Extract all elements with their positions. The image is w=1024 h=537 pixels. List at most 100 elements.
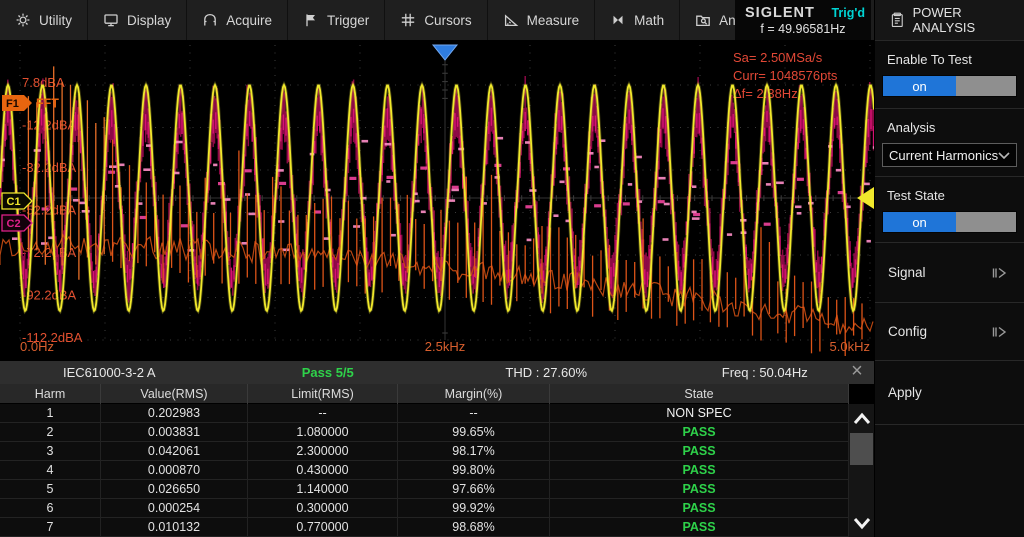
svg-text:Curr= 1048576pts: Curr= 1048576pts [733, 68, 838, 83]
analysis-label: Analysis [882, 120, 1017, 135]
svg-text:5.0kHz: 5.0kHz [830, 339, 870, 354]
display-icon [103, 12, 119, 28]
top-menu-bar: Utility Display AcquireTrigger Cursors Measu… [0, 0, 874, 40]
clipboard-icon [890, 12, 905, 28]
math-icon [610, 12, 626, 28]
table-cell: 1.080000 [248, 423, 398, 442]
table-row[interactable]: 60.0002540.30000099.92%PASS [0, 499, 849, 518]
enable-to-test-label: Enable To Test [882, 52, 1017, 67]
table-cell: 0.003831 [101, 423, 248, 442]
menu-item-trigger[interactable]: Trigger [288, 0, 385, 40]
table-row[interactable]: 40.0008700.43000099.80%PASS [0, 461, 849, 480]
toggle-on-segment: on [883, 212, 956, 232]
config-menu-item[interactable]: Config [875, 302, 1024, 360]
analysis-dropdown[interactable]: Current Harmonics [882, 143, 1017, 167]
freq-axis-labels: 0.0Hz2.5kHz5.0kHz [20, 339, 870, 354]
chevron-down-icon [852, 517, 872, 530]
svg-text:F1: F1 [6, 98, 19, 110]
menu-item-label: Cursors [424, 13, 471, 28]
apply-button[interactable]: Apply [875, 360, 1024, 424]
panel-header: POWER ANALYSIS [875, 0, 1024, 40]
waveform-display: 7.8dBA-12.2dBA-32.2dBA-52.2dBA-72.2dBA-9… [0, 40, 874, 358]
table-row[interactable]: 20.0038311.08000099.65%PASS [0, 423, 849, 442]
acquisition-readout: Sa= 2.50MSa/sCurr= 1048576ptsΔf= 2.38Hz [733, 50, 838, 101]
svg-text:2.5kHz: 2.5kHz [425, 339, 465, 354]
table-cell: 4 [0, 461, 101, 480]
state-cell: PASS [550, 442, 849, 461]
c2-current-trace [0, 76, 874, 303]
menu-item-label: Math [634, 13, 664, 28]
table-row[interactable]: 10.202983----NON SPEC [0, 404, 849, 423]
table-cell: -- [398, 404, 550, 423]
test-state-toggle[interactable]: on [882, 211, 1017, 233]
analysis-icon [695, 12, 711, 28]
chevron-down-icon [998, 152, 1010, 159]
menu-item-cursors[interactable]: Cursors [385, 0, 487, 40]
close-icon[interactable]: × [845, 361, 869, 384]
menu-item-math[interactable]: Math [595, 0, 680, 40]
menu-item-measure[interactable]: Measure [488, 0, 596, 40]
enable-to-test-section: Enable To Test on [875, 40, 1024, 108]
table-cell: 6 [0, 499, 101, 518]
menu-item-display[interactable]: Display [88, 0, 187, 40]
thd-readout: THD : 27.60% [437, 365, 656, 380]
measure-icon [503, 12, 519, 28]
menu-item-acquire[interactable]: Acquire [187, 0, 288, 40]
harmonics-table-body: 10.202983----NON SPEC20.0038311.08000099… [0, 404, 849, 537]
test-state-label: Test State [882, 188, 1017, 203]
enable-to-test-toggle[interactable]: on [882, 75, 1017, 97]
freq-readout: Freq : 50.04Hz [656, 365, 875, 380]
table-cell: -- [248, 404, 398, 423]
column-header-state: State [550, 384, 849, 404]
menu-item-label: Measure [527, 13, 580, 28]
state-cell: PASS [550, 423, 849, 442]
svg-text:C2: C2 [7, 218, 21, 230]
column-header-value-rms-: Value(RMS) [101, 384, 248, 404]
menu-item-utility[interactable]: Utility [0, 0, 88, 40]
table-cell: 0.026650 [101, 480, 248, 499]
brand-cluster: SIGLENT Trig'd f = 49.96581Hz [735, 0, 871, 40]
trigger-position-marker[interactable] [433, 45, 457, 60]
gear-icon [15, 12, 31, 28]
menu-item-label: Display [127, 13, 171, 28]
expand-submenu-icon [989, 324, 1011, 340]
siglent-logo: SIGLENT [745, 5, 815, 21]
table-cell: 0.042061 [101, 442, 248, 461]
table-cell: 98.17% [398, 442, 550, 461]
menu-item-label: Utility [39, 13, 72, 28]
table-cell: 7 [0, 518, 101, 537]
menu-items: Utility Display AcquireTrigger Cursors Measu… [0, 0, 785, 40]
table-cell: 0.202983 [101, 404, 248, 423]
trigger-status-badge: Trig'd [831, 6, 865, 20]
trigger-level-marker[interactable] [857, 187, 874, 209]
harmonics-status-bar: IEC61000-3-2 A Pass 5/5 THD : 27.60% Fre… [0, 361, 874, 384]
scroll-up-button[interactable] [849, 404, 874, 432]
f1-channel-tag[interactable]: F1FFT [2, 95, 59, 111]
table-row[interactable]: 70.0101320.77000098.68%PASS [0, 518, 849, 537]
table-cell: 1.140000 [248, 480, 398, 499]
table-cell: 99.65% [398, 423, 550, 442]
flag-icon [303, 12, 319, 28]
toggle-on-segment: on [883, 76, 956, 96]
waveform-svg: 7.8dBA-12.2dBA-32.2dBA-52.2dBA-72.2dBA-9… [0, 40, 874, 358]
table-cell: 2 [0, 423, 101, 442]
table-row[interactable]: 50.0266501.14000097.66%PASS [0, 480, 849, 499]
signal-menu-item[interactable]: Signal [875, 242, 1024, 302]
scroll-down-button[interactable] [849, 509, 874, 537]
analysis-section: Analysis Current Harmonics [875, 108, 1024, 176]
column-header-margin-: Margin(%) [398, 384, 550, 404]
scrollbar-thumb[interactable] [850, 433, 873, 465]
table-scrollbar[interactable] [849, 404, 874, 537]
table-cell: 5 [0, 480, 101, 499]
table-cell: 0.010132 [101, 518, 248, 537]
svg-text:-12.2dBA: -12.2dBA [22, 118, 77, 133]
state-cell: PASS [550, 480, 849, 499]
table-cell: 0.300000 [248, 499, 398, 518]
acquire-icon [202, 12, 218, 28]
table-cell: 0.430000 [248, 461, 398, 480]
table-row[interactable]: 30.0420612.30000098.17%PASS [0, 442, 849, 461]
signal-label: Signal [888, 265, 926, 280]
power-analysis-panel: POWER ANALYSIS Enable To Test on Analysi… [874, 0, 1024, 537]
test-state-section: Test State on [875, 176, 1024, 242]
panel-title: POWER ANALYSIS [913, 5, 1024, 35]
